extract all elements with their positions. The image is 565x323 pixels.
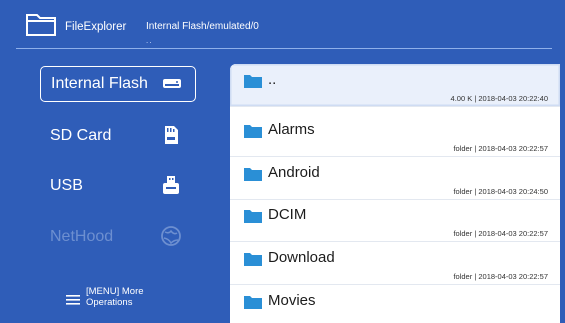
app-title: FileExplorer (65, 21, 127, 33)
folder-icon (244, 75, 262, 88)
sidebar-item-internal-flash[interactable]: Internal Flash (40, 66, 196, 102)
file-name: DCIM (268, 206, 307, 223)
header-divider (16, 48, 552, 49)
path-marker: .. (146, 36, 153, 45)
file-row[interactable]: DCIM folder | 2018-04-03 20:22:57 (230, 199, 560, 242)
folder-icon (244, 296, 262, 309)
network-globe-icon (161, 226, 181, 246)
file-name: Download (268, 249, 335, 266)
file-meta: folder | 2018-04-03 20:22:57 (453, 144, 548, 153)
file-meta: 4.00 K | 2018-04-03 20:22:40 (450, 94, 548, 103)
file-meta: folder | 2018-04-03 20:22:57 (453, 229, 548, 238)
sidebar-item-label: Internal Flash (51, 75, 148, 92)
folder-icon (244, 125, 262, 138)
more-operations-hint[interactable]: [MENU] More Operations (66, 286, 226, 316)
file-row-parent-directory[interactable]: .. 4.00 K | 2018-04-03 20:22:40 (230, 64, 560, 107)
file-name: .. (268, 71, 277, 88)
sidebar-item-sd-card[interactable]: SD Card (40, 119, 194, 153)
file-meta: folder | 2018-04-03 20:22:57 (453, 272, 548, 281)
file-meta: folder | 2018-04-03 20:24:50 (453, 187, 548, 196)
folder-outline-icon (26, 14, 56, 36)
menu-icon (66, 295, 80, 305)
more-operations-label: [MENU] More Operations (86, 286, 144, 308)
file-row[interactable]: Alarms folder | 2018-04-03 20:22:57 (230, 114, 560, 157)
file-list: .. 4.00 K | 2018-04-03 20:22:40 Alarms f… (230, 64, 560, 323)
file-name: Alarms (268, 121, 315, 138)
current-path: Internal Flash/emulated/0 (146, 21, 259, 32)
file-explorer-screen: FileExplorer Internal Flash/emulated/0 .… (0, 0, 565, 323)
file-row[interactable]: Android folder | 2018-04-03 20:24:50 (230, 157, 560, 200)
folder-icon (244, 210, 262, 223)
hard-drive-icon (163, 79, 181, 88)
usb-icon (163, 176, 179, 194)
folder-icon (244, 168, 262, 181)
sidebar-item-usb[interactable]: USB (40, 169, 194, 203)
sd-card-icon (165, 126, 178, 144)
sidebar-item-nethood[interactable]: NetHood (40, 220, 194, 254)
file-row[interactable]: Download folder | 2018-04-03 20:22:57 (230, 242, 560, 285)
header: FileExplorer Internal Flash/emulated/0 .… (0, 0, 565, 52)
sidebar-item-label: NetHood (50, 228, 114, 245)
folder-icon (244, 253, 262, 266)
sidebar-item-label: SD Card (50, 127, 112, 144)
file-name: Android (268, 164, 320, 181)
file-name: Movies (268, 292, 316, 309)
sidebar-item-label: USB (50, 177, 83, 194)
file-row[interactable]: Movies (230, 285, 560, 323)
